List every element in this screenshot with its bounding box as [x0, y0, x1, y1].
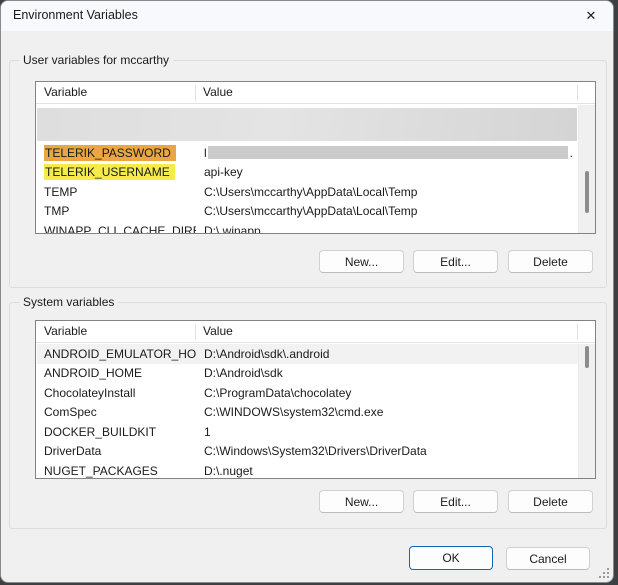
user-edit-button[interactable]: Edit...: [413, 250, 498, 273]
value-cell: C:\Windows\System32\Drivers\DriverData: [196, 444, 578, 458]
value-cell: D:\Android\sdk: [196, 366, 578, 380]
variable-cell: TELERIK_PASSWORD: [37, 145, 196, 161]
variable-cell: ANDROID_EMULATOR_HOME: [37, 347, 196, 361]
variable-cell: NUGET_PACKAGES: [37, 464, 196, 478]
title-bar[interactable]: Environment Variables ✕: [1, 1, 613, 31]
table-row[interactable]: DOCKER_BUILDKIT1: [37, 422, 578, 442]
column-divider[interactable]: [195, 324, 196, 340]
highlight-annotation: TELERIK_PASSWORD: [44, 145, 176, 161]
variable-cell: TEMP: [37, 185, 196, 199]
variable-cell: DOCKER_BUILDKIT: [37, 425, 196, 439]
variable-cell: ChocolateyInstall: [37, 386, 196, 400]
user-variables-table[interactable]: Variable Value TELERIK_PASSWORDl.TELERIK…: [35, 81, 596, 234]
value-cell: C:\Users\mccarthy\AppData\Local\Temp: [196, 185, 578, 199]
table-row[interactable]: ANDROID_HOMED:\Android\sdk: [37, 364, 578, 384]
value-cell: C:\Users\mccarthy\AppData\Local\Temp: [196, 204, 578, 218]
variable-cell: TMP: [37, 204, 196, 218]
value-cell: api-key: [196, 165, 578, 179]
column-divider[interactable]: [195, 85, 196, 101]
environment-variables-dialog: Environment Variables ✕ User variables f…: [0, 0, 614, 583]
value-cell: C:\WINDOWS\system32\cmd.exe: [196, 405, 578, 419]
cancel-button[interactable]: Cancel: [506, 547, 590, 570]
system-variables-table[interactable]: Variable Value ANDROID_EMULATOR_HOMED:\A…: [35, 320, 596, 479]
table-row[interactable]: ComSpecC:\WINDOWS\system32\cmd.exe: [37, 403, 578, 423]
redaction-bar: [208, 146, 568, 159]
value-cell: D:\.winapp: [196, 224, 578, 233]
table-row[interactable]: TELERIK_PASSWORD l.: [37, 143, 578, 163]
user-table-rows: TELERIK_PASSWORD l. TELERIK_USERNAME api-ke…: [37, 143, 578, 233]
value-cell: C:\ProgramData\chocolatey: [196, 386, 578, 400]
table-row[interactable]: TELERIK_USERNAME api-key: [37, 163, 578, 183]
variable-cell: DriverData: [37, 444, 196, 458]
variable-cell: TELERIK_USERNAME: [37, 164, 196, 180]
user-table-scrollbar[interactable]: [578, 105, 595, 233]
table-row[interactable]: ChocolateyInstallC:\ProgramData\chocolat…: [37, 383, 578, 403]
table-row[interactable]: WINAPP_CLI_CACHE_DIREC...D:\.winapp: [37, 221, 578, 233]
user-variables-group-label: User variables for mccarthy: [19, 53, 173, 67]
column-divider[interactable]: [577, 324, 578, 340]
system-new-button[interactable]: New...: [319, 490, 404, 513]
redacted-rows-block: [37, 108, 577, 141]
value-cell: D:\.nuget: [196, 464, 578, 478]
close-button[interactable]: ✕: [575, 5, 607, 27]
system-delete-button[interactable]: Delete: [508, 490, 593, 513]
column-divider[interactable]: [577, 85, 578, 101]
window-title: Environment Variables: [13, 8, 138, 22]
ok-button[interactable]: OK: [409, 546, 493, 570]
resize-grip-icon[interactable]: [598, 567, 609, 578]
system-edit-button[interactable]: Edit...: [413, 490, 498, 513]
scrollbar-thumb[interactable]: [585, 171, 589, 213]
close-icon: ✕: [586, 8, 597, 24]
column-header-value[interactable]: Value: [203, 324, 233, 338]
scrollbar-thumb[interactable]: [585, 346, 589, 368]
user-new-button[interactable]: New...: [319, 250, 404, 273]
system-variables-group-label: System variables: [19, 295, 118, 309]
system-table-header: Variable Value: [36, 321, 595, 343]
value-cell: 1: [196, 425, 578, 439]
table-row[interactable]: NUGET_PACKAGESD:\.nuget: [37, 461, 578, 478]
system-table-scrollbar[interactable]: [578, 344, 595, 478]
system-table-rows: ANDROID_EMULATOR_HOMED:\Android\sdk\.and…: [37, 344, 578, 478]
user-table-header: Variable Value: [36, 82, 595, 104]
highlight-annotation: TELERIK_USERNAME: [44, 164, 175, 180]
table-row[interactable]: TEMPC:\Users\mccarthy\AppData\Local\Temp: [37, 182, 578, 202]
column-header-variable[interactable]: Variable: [44, 324, 87, 338]
variable-cell: WINAPP_CLI_CACHE_DIREC...: [37, 224, 196, 233]
value-cell: D:\Android\sdk\.android: [196, 347, 578, 361]
user-delete-button[interactable]: Delete: [508, 250, 593, 273]
table-row[interactable]: ANDROID_EMULATOR_HOMED:\Android\sdk\.and…: [37, 344, 578, 364]
value-cell: l.: [196, 146, 578, 160]
variable-cell: ComSpec: [37, 405, 196, 419]
variable-cell: ANDROID_HOME: [37, 366, 196, 380]
table-row[interactable]: DriverDataC:\Windows\System32\Drivers\Dr…: [37, 442, 578, 462]
column-header-value[interactable]: Value: [203, 85, 233, 99]
column-header-variable[interactable]: Variable: [44, 85, 87, 99]
table-row[interactable]: TMPC:\Users\mccarthy\AppData\Local\Temp: [37, 202, 578, 222]
